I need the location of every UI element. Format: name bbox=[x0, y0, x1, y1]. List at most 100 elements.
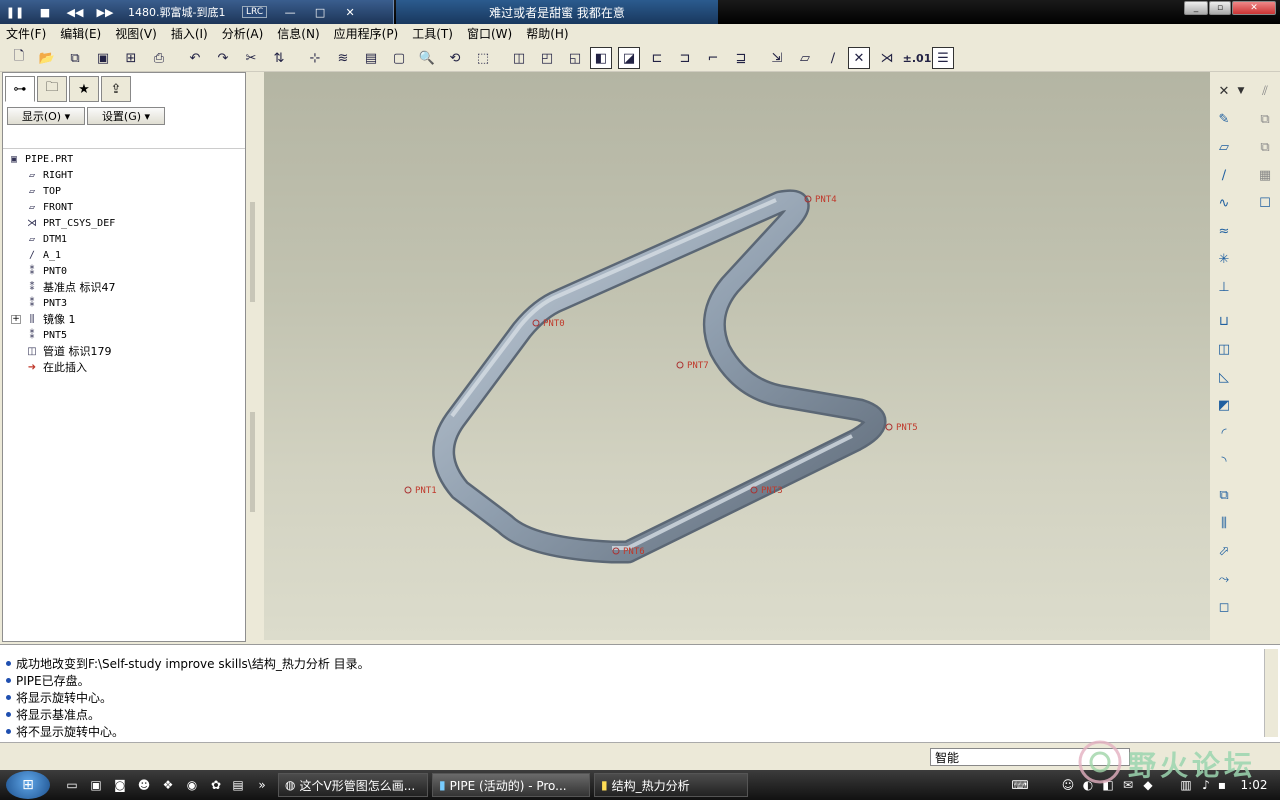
sketch-icon[interactable]: ✎ bbox=[1213, 108, 1235, 130]
message-scrollbar[interactable] bbox=[1264, 649, 1278, 737]
tab-folder-browser[interactable]: 🗀 bbox=[37, 76, 67, 102]
select-icon[interactable]: ⇲ bbox=[766, 47, 788, 69]
quick-launch-icon[interactable]: ☻ bbox=[136, 777, 152, 793]
regenerate-icon[interactable]: ⇅ bbox=[268, 47, 290, 69]
tree-node[interactable]: ⁑ 基准点 标识47 bbox=[7, 279, 243, 295]
open-session-icon[interactable]: ⧉ bbox=[64, 47, 86, 69]
menu-info[interactable]: 信息(N) bbox=[277, 25, 319, 42]
pause-icon[interactable]: ❚❚ bbox=[0, 0, 30, 24]
show-desktop-icon[interactable]: ▭ bbox=[64, 777, 80, 793]
previous-icon[interactable]: ◀◀ bbox=[60, 0, 90, 24]
tree-node[interactable]: ▱ RIGHT bbox=[7, 167, 243, 183]
show-dropdown[interactable]: 显示(O) ▾ bbox=[7, 107, 85, 125]
redo-icon[interactable]: ↷ bbox=[212, 47, 234, 69]
tree-node[interactable]: ∕ A_1 bbox=[7, 247, 243, 263]
insert-mode-icon[interactable]: ⫽ bbox=[1254, 80, 1276, 102]
quick-launch-icon[interactable]: ▣ bbox=[88, 777, 104, 793]
quick-launch-icon[interactable]: ✿ bbox=[208, 777, 224, 793]
chevron-down-icon[interactable]: ▼ bbox=[1234, 80, 1248, 102]
task-browser[interactable]: ◍ 这个V形管图怎么画... bbox=[278, 773, 428, 797]
save-icon[interactable]: ▣ bbox=[92, 47, 114, 69]
restore-icon[interactable]: □ bbox=[305, 0, 335, 24]
model-tree-icon[interactable]: ▤ bbox=[360, 47, 382, 69]
saved-views-icon[interactable]: ⬚ bbox=[472, 47, 494, 69]
datum-point[interactable]: PNT1 bbox=[404, 486, 437, 496]
pipe-body[interactable] bbox=[432, 189, 887, 564]
wireframe-icon[interactable]: ◫ bbox=[508, 47, 530, 69]
tree-node[interactable]: ◫ 管道 标识179 bbox=[7, 343, 243, 359]
more-icon[interactable]: » bbox=[254, 777, 270, 793]
menu-edit[interactable]: 编辑(E) bbox=[60, 25, 101, 42]
shading-icon[interactable]: ◧ bbox=[590, 47, 612, 69]
copy-icon[interactable]: ⧉ bbox=[1254, 108, 1276, 130]
open-file-icon[interactable]: 📂 bbox=[36, 47, 58, 69]
chamfer-icon[interactable]: ◝ bbox=[1213, 450, 1235, 472]
annotation-toggle-icon[interactable]: ⊒ bbox=[730, 47, 752, 69]
datum-axis-tool-icon[interactable]: ∕ bbox=[1213, 164, 1235, 186]
orient-icon[interactable]: ⟲ bbox=[444, 47, 466, 69]
keyboard-icon[interactable]: ⌨ bbox=[1011, 777, 1028, 793]
spin-center-icon[interactable]: ⊹ bbox=[304, 47, 326, 69]
start-button[interactable]: ⊞ bbox=[6, 771, 50, 799]
zoom-icon[interactable]: 🔍 bbox=[416, 47, 438, 69]
tree-node[interactable]: ▣ PIPE.PRT bbox=[7, 151, 243, 167]
point-toggle-icon[interactable]: ⊐ bbox=[674, 47, 696, 69]
window-maximize-icon[interactable]: ▫ bbox=[1209, 1, 1231, 15]
draft-icon[interactable]: ◩ bbox=[1213, 394, 1235, 416]
blend-icon[interactable]: ◻ bbox=[1213, 596, 1235, 618]
tree-node[interactable]: ⁑ PNT5 bbox=[7, 327, 243, 343]
layers-icon[interactable]: ≋ bbox=[332, 47, 354, 69]
close-icon[interactable]: ✕ bbox=[335, 0, 365, 24]
repaint-icon[interactable]: ▢ bbox=[388, 47, 410, 69]
tab-connections[interactable]: ⇪ bbox=[101, 76, 131, 102]
menu-window[interactable]: 窗口(W) bbox=[467, 25, 512, 42]
grid-icon[interactable]: ▦ bbox=[1254, 164, 1276, 186]
menu-applications[interactable]: 应用程序(P) bbox=[334, 25, 399, 42]
menu-analysis[interactable]: 分析(A) bbox=[222, 25, 264, 42]
task-folder[interactable]: ▮ 结构_热力分析 bbox=[594, 773, 748, 797]
cut-icon[interactable]: ✂ bbox=[240, 47, 262, 69]
paste-icon[interactable]: ⧉ bbox=[1254, 136, 1276, 158]
undo-icon[interactable]: ↶ bbox=[184, 47, 206, 69]
task-proe[interactable]: ▮ PIPE (活动的) - Pro... bbox=[432, 773, 590, 797]
tree-node[interactable]: ⁑ PNT3 bbox=[7, 295, 243, 311]
rib-icon[interactable]: ◺ bbox=[1213, 366, 1235, 388]
lrc-button[interactable]: LRC bbox=[242, 6, 268, 18]
stop-icon[interactable]: ■ bbox=[30, 0, 60, 24]
point-display-icon[interactable]: ✕ bbox=[848, 47, 870, 69]
datum-point[interactable]: PNT4 bbox=[804, 195, 837, 205]
save-copy-icon[interactable]: ⊞ bbox=[120, 47, 142, 69]
settings-dropdown[interactable]: 设置(G) ▾ bbox=[87, 107, 165, 125]
csys-display-icon[interactable]: ⋊ bbox=[876, 47, 898, 69]
datum-point[interactable]: PNT7 bbox=[676, 361, 709, 371]
menu-file[interactable]: 文件(F) bbox=[6, 25, 46, 42]
menu-help[interactable]: 帮助(H) bbox=[526, 25, 568, 42]
expand-icon[interactable]: + bbox=[11, 314, 21, 324]
hole-icon[interactable]: ⊔ bbox=[1213, 310, 1235, 332]
sketched-curve-icon[interactable]: ≈ bbox=[1213, 220, 1235, 242]
precision-button[interactable]: ±.01 bbox=[903, 47, 932, 69]
datum-plane-toggle-icon[interactable]: ◪ bbox=[618, 47, 640, 69]
point-filter-icon[interactable]: ✕ bbox=[1213, 80, 1235, 102]
print-icon[interactable]: ⎙ bbox=[148, 47, 170, 69]
datum-point[interactable]: PNT5 bbox=[885, 423, 918, 433]
menu-tools[interactable]: 工具(T) bbox=[412, 25, 453, 42]
tab-favorites[interactable]: ★ bbox=[69, 76, 99, 102]
csys-tool-icon[interactable]: ⊥ bbox=[1213, 276, 1235, 298]
mirror-tool-icon[interactable]: ⫼ bbox=[1213, 512, 1235, 534]
menu-view[interactable]: 视图(V) bbox=[115, 25, 157, 42]
axis-display-icon[interactable]: ∕ bbox=[822, 47, 844, 69]
tree-node[interactable]: ⁑ PNT0 bbox=[7, 263, 243, 279]
quick-launch-icon[interactable]: ◉ bbox=[184, 777, 200, 793]
datum-plane-tool-icon[interactable]: ▱ bbox=[1213, 136, 1235, 158]
tree-node[interactable]: ▱ FRONT bbox=[7, 199, 243, 215]
round-icon[interactable]: ◜ bbox=[1213, 422, 1235, 444]
pattern-icon[interactable]: ⧉ bbox=[1213, 484, 1235, 506]
tree-node[interactable]: ▱ TOP bbox=[7, 183, 243, 199]
context-help-icon[interactable]: ☰ bbox=[932, 47, 954, 69]
datum-point-tool-icon[interactable]: ✳ bbox=[1213, 248, 1235, 270]
quick-launch-icon[interactable]: ▤ bbox=[230, 777, 246, 793]
tree-node[interactable]: ▱ DTM1 bbox=[7, 231, 243, 247]
new-file-icon[interactable]: 🗋 bbox=[8, 47, 30, 69]
minimize-icon[interactable]: — bbox=[275, 0, 305, 24]
